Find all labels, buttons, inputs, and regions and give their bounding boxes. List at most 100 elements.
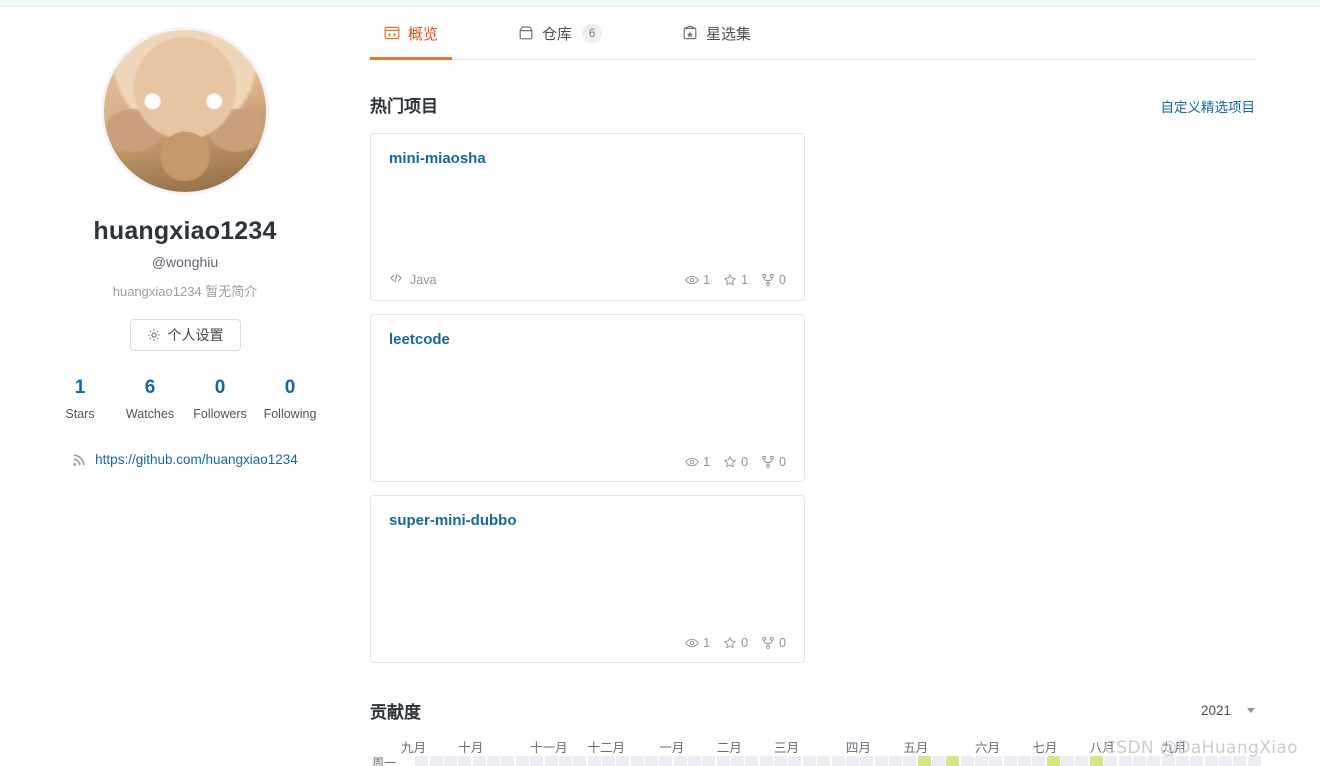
contribution-cell[interactable] [888, 756, 902, 766]
repo-language: Java [389, 271, 436, 288]
contribution-cell[interactable] [960, 756, 974, 766]
contribution-cell[interactable] [802, 756, 816, 766]
contribution-cell[interactable] [702, 756, 716, 766]
repo-stars-count: 0 [741, 636, 749, 650]
contribution-cell[interactable] [817, 756, 831, 766]
contribution-cell[interactable] [415, 756, 429, 766]
repo-forks: 0 [761, 636, 786, 650]
repo-card-name[interactable]: super-mini-dubbo [389, 512, 517, 529]
contribution-cell[interactable] [616, 756, 630, 766]
repo-stars: 0 [723, 636, 748, 650]
contribution-cell[interactable] [946, 756, 960, 766]
contribution-cell[interactable] [659, 756, 673, 766]
year-selector[interactable]: 2021 [1201, 703, 1255, 718]
contribution-cell[interactable] [458, 756, 472, 766]
contribution-cell[interactable] [716, 756, 730, 766]
stat-watches[interactable]: 6 Watches [115, 376, 185, 421]
contribution-cell[interactable] [989, 756, 1003, 766]
contribution-cell[interactable] [688, 756, 701, 766]
month-label: 四月 [845, 741, 871, 755]
avatar[interactable] [104, 30, 266, 192]
page-root: huangxiao1234 @wonghiu huangxiao1234 暂无简… [0, 0, 1320, 766]
profile-stats: 1 Stars 6 Watches 0 Followers 0 Followin… [0, 376, 370, 421]
contribution-cell[interactable] [501, 756, 515, 766]
contribution-cell[interactable] [774, 756, 788, 766]
contribution-cell[interactable] [1061, 756, 1075, 766]
contribution-cell[interactable] [931, 756, 945, 766]
stat-stars-value: 1 [74, 377, 86, 398]
repo-forks: 0 [761, 273, 786, 287]
stat-following-label: Following [263, 407, 317, 421]
contribution-cell[interactable] [487, 756, 501, 766]
contribution-title: 贡献度 [370, 703, 421, 722]
contribution-cell[interactable] [444, 756, 458, 766]
contribution-cell[interactable] [1075, 756, 1089, 766]
contribution-cell[interactable] [472, 756, 486, 766]
blog-row: https://github.com/huangxiao1234 [0, 452, 370, 467]
contribution-cell[interactable] [515, 756, 529, 766]
contribution-cell[interactable] [788, 756, 802, 766]
month-label: 二月 [716, 741, 742, 755]
tab-starred-collection[interactable]: 星选集 [668, 7, 765, 59]
contribution-cell[interactable] [759, 756, 773, 766]
repo-metrics: 1 1 0 [685, 273, 786, 287]
month-label: 七月 [1032, 741, 1058, 755]
repo-watchers-count: 1 [703, 455, 711, 469]
contribution-cell[interactable] [831, 756, 845, 766]
contribution-cell[interactable] [530, 756, 544, 766]
contribution-cell[interactable] [874, 756, 888, 766]
repo-card[interactable]: mini-miaosha Java 1 1 0 [370, 133, 805, 301]
blog-link[interactable]: https://github.com/huangxiao1234 [95, 452, 298, 467]
tab-overview[interactable]: 概览 [370, 7, 453, 60]
repo-stars-count: 1 [741, 272, 749, 287]
contribution-cell[interactable] [644, 756, 658, 766]
stat-followers[interactable]: 0 Followers [185, 376, 255, 421]
repo-stars: 0 [723, 455, 748, 469]
repo-watchers: 1 [685, 273, 710, 287]
repo-forks-count: 0 [779, 272, 786, 287]
customize-pinned-link[interactable]: 自定义精选项目 [1161, 96, 1256, 116]
avatar-face [104, 30, 266, 192]
tab-repositories-label: 仓库 [542, 25, 573, 43]
personal-settings-label: 个人设置 [167, 327, 224, 343]
contribution-cell[interactable] [1032, 756, 1046, 766]
contribution-cell[interactable] [1018, 756, 1032, 766]
contribution-cell[interactable] [558, 756, 572, 766]
contribution-cell[interactable] [903, 756, 917, 766]
contribution-cell[interactable] [601, 756, 615, 766]
gear-icon [147, 328, 161, 342]
stat-following-value: 0 [284, 377, 296, 398]
contribution-cell[interactable] [731, 756, 745, 766]
contribution-cell[interactable] [630, 756, 644, 766]
contribution-cell[interactable] [587, 756, 601, 766]
contribution-cell[interactable] [429, 756, 443, 766]
repo-card-name[interactable]: leetcode [389, 331, 450, 348]
month-label: 九月 [401, 741, 427, 755]
year-selector-value: 2021 [1200, 703, 1231, 718]
contribution-cell[interactable] [917, 756, 931, 766]
repo-card[interactable]: super-mini-dubbo 1 0 0 [370, 495, 805, 663]
contribution-cell[interactable] [1003, 756, 1017, 766]
stat-following[interactable]: 0 Following [255, 376, 325, 421]
month-label: 十二月 [587, 741, 626, 755]
personal-settings-button[interactable]: 个人设置 [129, 319, 241, 351]
contribution-cell[interactable] [1089, 756, 1103, 766]
repo-card-name[interactable]: mini-miaosha [389, 150, 486, 167]
stat-stars[interactable]: 1 Stars [45, 376, 115, 421]
contribution-cell[interactable] [845, 756, 859, 766]
contribution-cell[interactable] [745, 756, 759, 766]
weekday-axis: 周一周四周日 [370, 756, 398, 766]
contribution-cell[interactable] [860, 756, 874, 766]
tab-repositories[interactable]: 仓库 6 [504, 7, 616, 59]
stat-followers-value: 0 [214, 377, 226, 398]
profile-handle: @wonghiu [151, 254, 219, 270]
contribution-cell[interactable] [1046, 756, 1060, 766]
repo-card[interactable]: leetcode 1 0 0 [370, 314, 805, 482]
pinned-section-header: 热门项目 自定义精选项目 [370, 92, 1255, 117]
contribution-cell[interactable] [544, 756, 558, 766]
contribution-cell[interactable] [573, 756, 587, 766]
month-label: 一月 [659, 741, 685, 755]
contribution-cell[interactable] [975, 756, 988, 766]
contribution-cell[interactable] [673, 756, 687, 766]
contribution-header: 贡献度 2021 [370, 698, 1255, 723]
